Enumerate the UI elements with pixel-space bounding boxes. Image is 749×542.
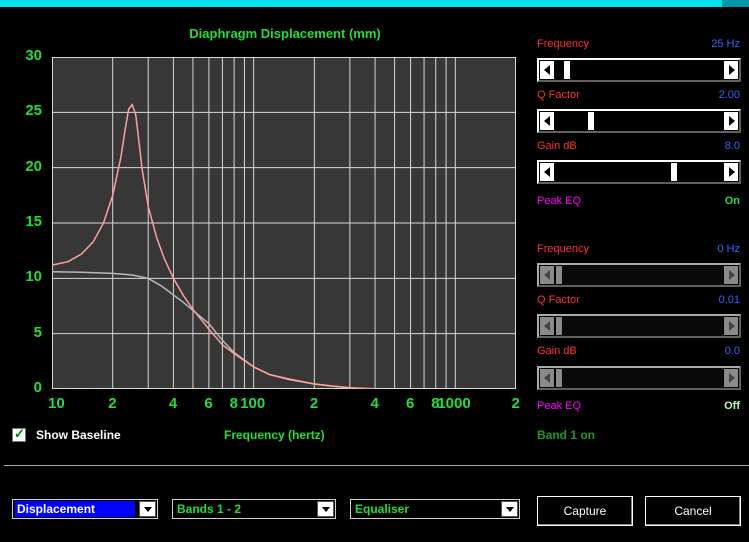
- y-tick-label: 5: [33, 323, 42, 341]
- y-tick-label: 10: [25, 268, 42, 286]
- band1-peak-eq-label: Peak EQ: [537, 195, 582, 207]
- scroll-left-arrow-icon[interactable]: [539, 265, 555, 285]
- band1-frequency-label: Frequency: [537, 38, 589, 50]
- x-tick-label: 6: [406, 395, 415, 412]
- scroll-left-arrow-icon[interactable]: [539, 60, 555, 80]
- band2-gain-slider[interactable]: [537, 366, 741, 390]
- band2-gain-label: Gain dB: [537, 345, 577, 357]
- checkbox-box[interactable]: ✓: [12, 426, 26, 442]
- x-tick-label: 8: [229, 395, 238, 412]
- view-select-value: Displacement: [15, 501, 135, 517]
- view-select[interactable]: Displacement: [12, 499, 158, 519]
- cancel-button[interactable]: Cancel: [645, 496, 741, 526]
- band1-gain-slider[interactable]: [537, 160, 741, 184]
- slider-thumb[interactable]: [563, 60, 571, 80]
- x-tick-label: 100: [240, 395, 266, 412]
- mode-select-value: Equaliser: [355, 502, 410, 516]
- check-mark-icon: ✓: [14, 426, 25, 441]
- band2-frequency-label: Frequency: [537, 243, 589, 255]
- band1-q-slider[interactable]: [537, 109, 741, 133]
- y-tick-label: 15: [25, 213, 42, 230]
- x-axis-label: Frequency (hertz): [224, 428, 325, 442]
- slider-thumb[interactable]: [670, 162, 679, 182]
- divider-line: [4, 465, 749, 466]
- band1-q-label: Q Factor: [537, 89, 580, 101]
- capture-button[interactable]: Capture: [537, 496, 633, 526]
- band1-q-value: 2.00: [718, 89, 740, 101]
- bands-select[interactable]: Bands 1 - 2: [172, 499, 336, 519]
- x-tick-label: 1000: [437, 395, 471, 412]
- band1-gain-value: 8.0: [724, 140, 740, 152]
- show-baseline-checkbox[interactable]: ✓ Show Baseline: [12, 426, 121, 442]
- window-top-bar-segment: [722, 0, 749, 7]
- x-tick-label: 4: [370, 395, 379, 412]
- x-tick-label: 6: [204, 395, 213, 412]
- scroll-left-arrow-icon[interactable]: [539, 111, 555, 131]
- chevron-down-icon[interactable]: [501, 501, 518, 517]
- band2-frequency-slider[interactable]: [537, 263, 741, 287]
- band2-q-value: 0.01: [718, 294, 740, 306]
- x-tick-label: 2: [309, 395, 319, 412]
- band2-q-slider[interactable]: [537, 314, 741, 338]
- slider-thumb[interactable]: [555, 316, 563, 336]
- x-tick-label: 2: [108, 395, 117, 412]
- y-tick-label: 25: [25, 102, 42, 120]
- window-top-bar: [0, 0, 749, 7]
- y-tick-label: 0: [33, 379, 42, 396]
- x-tick-label: 2: [511, 395, 520, 412]
- mode-select[interactable]: Equaliser: [350, 499, 520, 519]
- band1-peak-eq-value[interactable]: On: [660, 195, 740, 207]
- bands-select-value: Bands 1 - 2: [177, 502, 242, 516]
- scroll-left-arrow-icon[interactable]: [539, 368, 555, 388]
- slider-thumb[interactable]: [587, 111, 595, 131]
- band1-gain-label: Gain dB: [537, 140, 577, 152]
- chart-title: Diaphragm Displacement (mm): [189, 26, 381, 41]
- slider-thumb[interactable]: [555, 265, 563, 285]
- slider-thumb[interactable]: [555, 368, 563, 388]
- scroll-right-arrow-icon[interactable]: [723, 316, 739, 336]
- band2-q-label: Q Factor: [537, 294, 580, 306]
- band2-peak-eq-label: Peak EQ: [537, 400, 582, 412]
- band2-frequency-value: 0 Hz: [717, 243, 740, 255]
- band2-gain-value: 0.0: [724, 345, 740, 357]
- scroll-left-arrow-icon[interactable]: [539, 162, 555, 182]
- chevron-down-icon[interactable]: [317, 501, 334, 517]
- band1-frequency-value: 25 Hz: [711, 38, 740, 50]
- scroll-right-arrow-icon[interactable]: [723, 60, 739, 80]
- scroll-left-arrow-icon[interactable]: [539, 316, 555, 336]
- band1-frequency-slider[interactable]: [537, 58, 741, 82]
- y-tick-label: 20: [25, 157, 42, 175]
- scroll-right-arrow-icon[interactable]: [723, 162, 739, 182]
- x-tick-label: 4: [168, 395, 178, 412]
- chevron-down-icon[interactable]: [139, 501, 156, 517]
- scroll-right-arrow-icon[interactable]: [723, 368, 739, 388]
- displacement-chart: [52, 57, 516, 389]
- band-status-text: Band 1 on: [537, 428, 596, 442]
- x-tick-label: 10: [48, 395, 65, 412]
- y-tick-label: 30: [25, 47, 42, 64]
- scroll-right-arrow-icon[interactable]: [723, 111, 739, 131]
- band2-peak-eq-value[interactable]: Off: [660, 400, 740, 412]
- show-baseline-label: Show Baseline: [36, 428, 121, 442]
- scroll-right-arrow-icon[interactable]: [723, 265, 739, 285]
